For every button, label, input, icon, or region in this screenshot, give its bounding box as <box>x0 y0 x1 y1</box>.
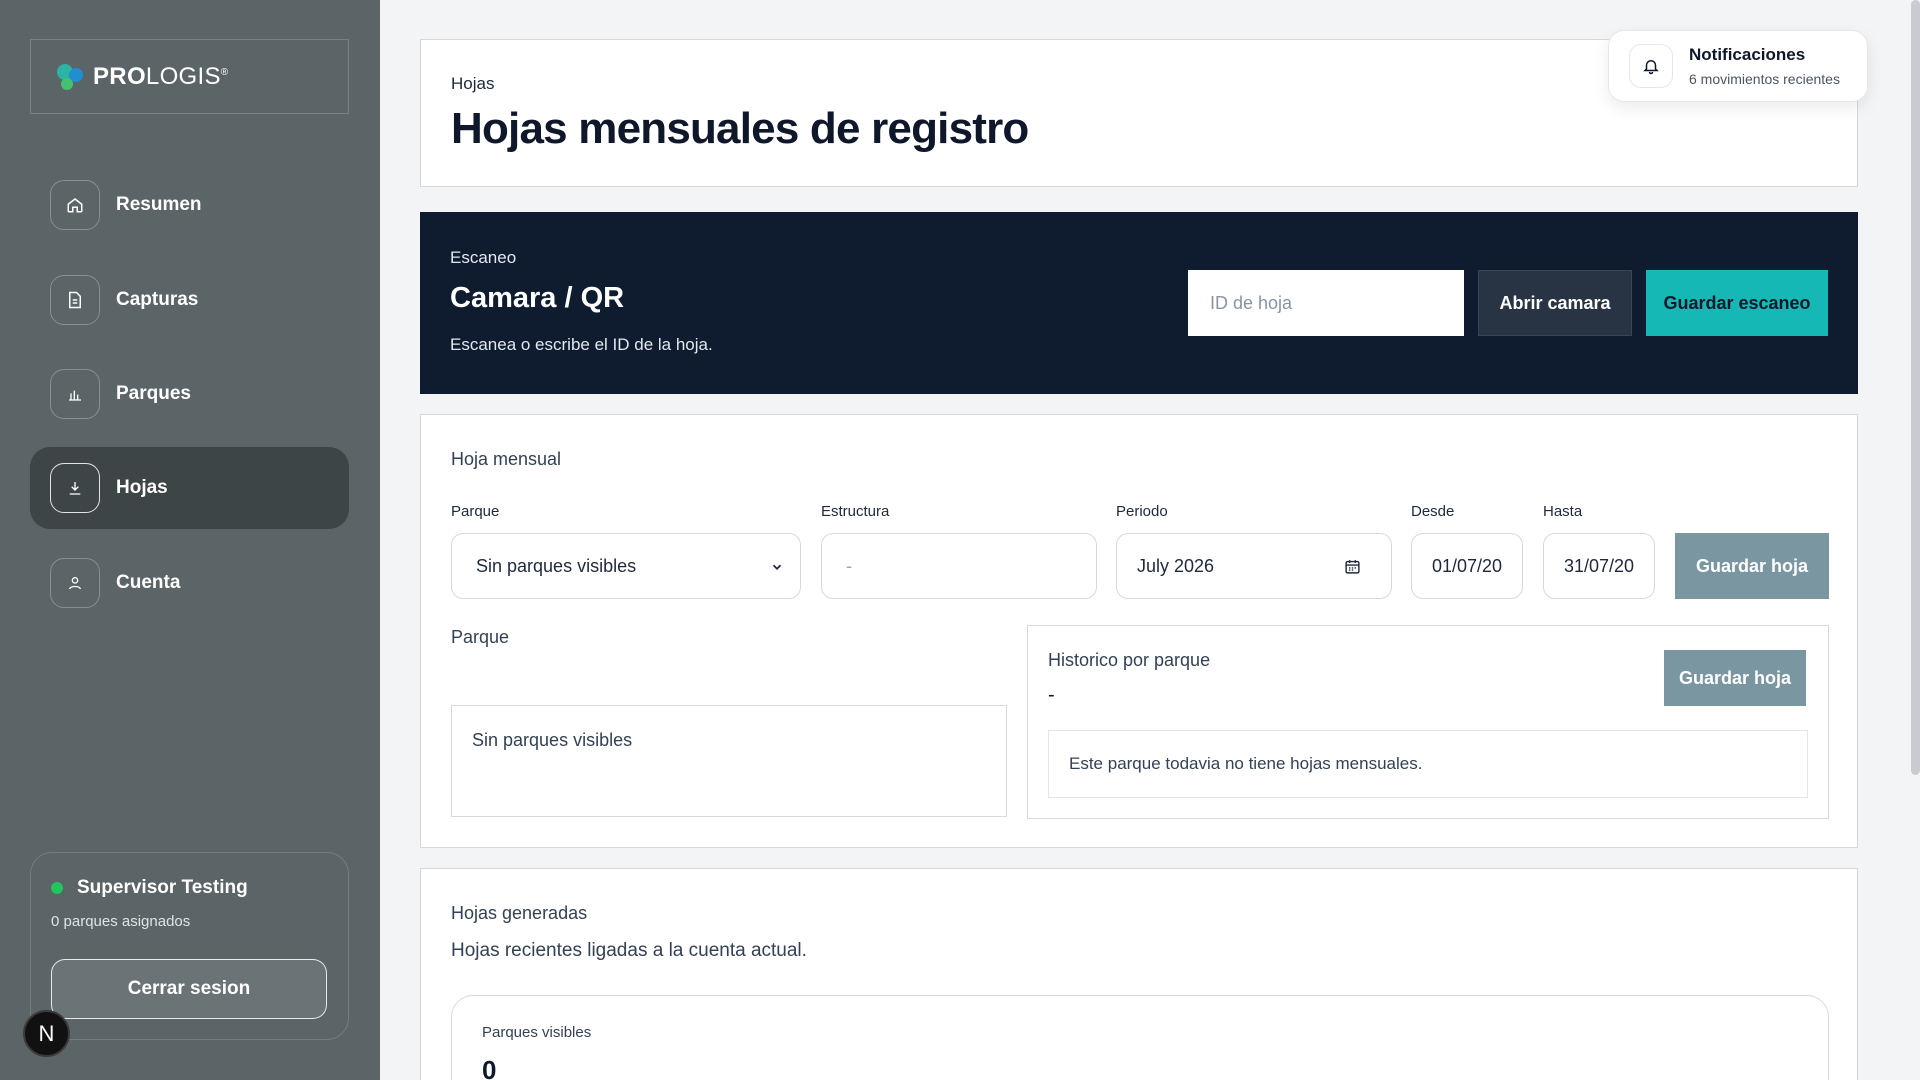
download-icon <box>50 463 100 513</box>
structure-value: - <box>846 555 852 576</box>
to-date-input[interactable]: 31/07/20 <box>1543 533 1655 599</box>
park-list-empty: Sin parques visibles <box>451 705 1007 817</box>
generated-sheets-panel: Hojas generadas Hojas recientes ligadas … <box>420 868 1858 1080</box>
save-sheet-button[interactable]: Guardar hoja <box>1675 533 1829 599</box>
from-date-input[interactable]: 01/07/20 <box>1411 533 1523 599</box>
user-name: Supervisor Testing <box>77 877 248 898</box>
open-camera-button[interactable]: Abrir camara <box>1478 270 1632 336</box>
sidebar-item-parques[interactable]: Parques <box>30 353 349 435</box>
park-label: Parque <box>451 503 500 520</box>
to-value: 31/07/20 <box>1564 555 1635 576</box>
scan-kicker: Escaneo <box>450 248 517 267</box>
sheet-id-input[interactable] <box>1188 270 1464 336</box>
sidebar-item-cuenta[interactable]: Cuenta <box>30 542 349 624</box>
history-selected-park: - <box>1048 684 1055 706</box>
monthly-sheet-panel: Hoja mensual Parque Sin parques visibles… <box>420 414 1858 848</box>
period-label: Periodo <box>1116 503 1168 520</box>
history-save-sheet-button[interactable]: Guardar hoja <box>1664 650 1806 706</box>
history-empty-message: Este parque todavia no tiene hojas mensu… <box>1048 730 1808 798</box>
section-title: Hoja mensual <box>451 449 562 469</box>
park-history-card: Historico por parque - Guardar hoja Este… <box>1027 625 1829 819</box>
save-scan-button[interactable]: Guardar escaneo <box>1646 270 1828 336</box>
sidebar-item-resumen[interactable]: Resumen <box>30 164 349 246</box>
chevron-down-icon <box>772 564 782 570</box>
document-icon <box>50 275 100 325</box>
park-section-label: Parque <box>451 627 510 647</box>
section-title: Hojas generadas <box>451 903 588 923</box>
period-month-input[interactable]: July 2026 <box>1116 533 1392 599</box>
period-value: July 2026 <box>1137 555 1215 576</box>
logout-button[interactable]: Cerrar sesion <box>51 959 327 1019</box>
bar-chart-icon <box>50 369 100 419</box>
prologis-logo-icon <box>53 60 87 94</box>
sidebar: PROLOGIS® Resumen Capturas Parques Hojas… <box>0 0 380 1080</box>
page-title: Hojas mensuales de registro <box>451 104 1029 153</box>
nextjs-dev-icon[interactable]: N <box>23 1010 70 1057</box>
brand-name: PROLOGIS® <box>93 62 229 90</box>
sidebar-item-label: Parques <box>116 383 191 404</box>
section-description: Hojas recientes ligadas a la cuenta actu… <box>451 940 807 961</box>
sidebar-item-label: Hojas <box>116 477 168 498</box>
brand-logo[interactable]: PROLOGIS® <box>30 39 349 114</box>
sidebar-item-label: Capturas <box>116 289 199 310</box>
from-label: Desde <box>1411 503 1455 520</box>
visible-parks-stat-card: Parques visibles 0 <box>451 995 1829 1080</box>
notifications-title: Notificaciones <box>1689 45 1806 64</box>
notifications-subtitle: 6 movimientos recientes <box>1689 71 1840 87</box>
to-label: Hasta <box>1543 503 1583 520</box>
page-scrollbar[interactable] <box>1911 0 1920 775</box>
home-icon <box>50 180 100 230</box>
sidebar-item-label: Resumen <box>116 194 202 215</box>
from-value: 01/07/20 <box>1432 555 1503 576</box>
scan-panel: Escaneo Camara / QR Escanea o escribe el… <box>420 212 1858 394</box>
sidebar-item-capturas[interactable]: Capturas <box>30 259 349 341</box>
sidebar-item-label: Cuenta <box>116 572 181 593</box>
assigned-parks-count: 0 parques asignados <box>51 913 191 930</box>
park-select[interactable]: Sin parques visibles <box>451 533 801 599</box>
stat-label: Parques visibles <box>482 1024 592 1041</box>
structure-label: Estructura <box>821 503 890 520</box>
scan-description: Escanea o escribe el ID de la hoja. <box>450 335 713 354</box>
user-card: Supervisor Testing 0 parques asignados C… <box>30 852 349 1040</box>
park-select-value: Sin parques visibles <box>476 555 637 576</box>
calendar-icon[interactable] <box>1344 558 1361 575</box>
bell-icon <box>1629 44 1673 88</box>
stat-value: 0 <box>482 1055 497 1080</box>
notifications-button[interactable]: Notificaciones 6 movimientos recientes <box>1608 30 1868 102</box>
structure-field[interactable]: - <box>821 533 1097 599</box>
online-status-icon <box>51 882 63 894</box>
user-icon <box>50 558 100 608</box>
history-title: Historico por parque <box>1048 650 1211 670</box>
sidebar-item-hojas[interactable]: Hojas <box>30 447 349 529</box>
